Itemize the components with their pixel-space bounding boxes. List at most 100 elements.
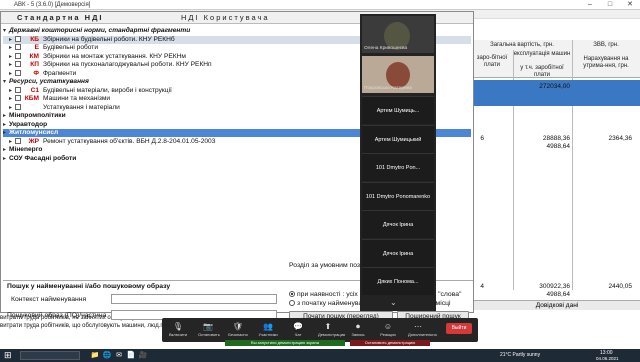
tree-item-label: Будівельні роботи: [43, 44, 99, 51]
zoom-button-8[interactable]: ⋯ Дополнительно: [408, 322, 437, 340]
participant-tile[interactable]: 101 Dmytro Pon...: [362, 153, 434, 181]
zoom-button-label: Участники: [258, 332, 278, 337]
tree-item-label: Збірники на будівельні роботи. КНУ РЕКНб: [43, 35, 175, 43]
zoom-control-icon: ⋯: [414, 322, 422, 331]
taskbar-app-icon[interactable]: 🎥: [138, 351, 148, 360]
zoom-button-label: Безопасно: [228, 332, 248, 337]
zoom-control-icon: 🎙: [172, 322, 184, 331]
checkbox[interactable]: [15, 35, 21, 42]
clock-date[interactable]: 04.06.2021: [596, 356, 619, 361]
radio-start[interactable]: [289, 300, 295, 307]
participant-tile[interactable]: Артем Шумицький: [362, 124, 434, 153]
zoom-button-6[interactable]: ⏺ Запись: [348, 322, 368, 340]
tree-item-code: КБМ: [24, 95, 39, 102]
grid-cell: 6: [480, 135, 484, 142]
zoom-control-icon: 💬: [293, 322, 303, 331]
tree-item-code: ЖР: [28, 137, 39, 145]
checkbox[interactable]: [15, 95, 21, 102]
context-input[interactable]: [111, 294, 277, 304]
tree-item-label: Машини та механізми: [43, 95, 111, 102]
participant-tile[interactable]: Артем Шумиць...: [362, 96, 434, 124]
section-by-code-label: Розділ за умовним позн: [289, 262, 364, 269]
tree-item-label: Ремонт устаткування об'єктів. ВБН Д.2.8-…: [43, 137, 216, 145]
zoom-button-7[interactable]: ☺ Реакции: [378, 322, 398, 340]
taskbar: ⊞ 21°C Partly sunny 13:00 04.06.2021 📁 🌐 ✉…: [0, 349, 640, 362]
radio-all-words[interactable]: [289, 291, 295, 298]
share-notice: Вы запустили демонстрацию экрана: [225, 340, 345, 346]
zoom-button-5[interactable]: ⬆ Демонстрация: [318, 322, 345, 340]
zoom-button-label: Реакции: [380, 332, 396, 337]
tree-group-label: Мінпромполітики: [9, 112, 66, 119]
reference-data-label[interactable]: Довідкові дані: [474, 300, 640, 310]
zoom-button-label: Остановить: [198, 332, 220, 337]
context-label: Контекст найменування: [11, 296, 87, 303]
leave-meeting-button[interactable]: Выйти: [446, 323, 472, 334]
zoom-control-icon: 👥: [263, 322, 273, 331]
chevron-down-icon[interactable]: ⌄: [390, 298, 397, 307]
checkbox[interactable]: [15, 61, 21, 68]
zoom-control-bar: 🎙 Включити 📷 Остановить 🛡 Безопасно 👥 Участники…: [162, 318, 478, 342]
app-titlebar: АВК - 5 (3.6.0) [Демоверсія]: [0, 0, 640, 10]
minimize-icon[interactable]: –: [580, 0, 600, 10]
zoom-button-1[interactable]: 📷 Остановить: [198, 322, 220, 340]
tree-item-label: Фрагменти: [43, 69, 77, 77]
close-icon[interactable]: ✕: [620, 0, 640, 10]
grid-cell: 4988,64: [546, 143, 571, 150]
zoom-control-icon: 🛡: [232, 322, 244, 331]
tree-item-label: Збірники на монтаж устаткування. КНУ РЕК…: [43, 52, 186, 60]
checkbox[interactable]: [15, 86, 21, 93]
grid-header: Загальна вартість, грн. ЗВВ, грн. заро-б…: [473, 40, 640, 78]
zoom-button-3[interactable]: 👥 Участники: [258, 322, 278, 340]
zoom-participants-panel: Олена Кривошеєва Покровська Катерина Арт…: [360, 14, 436, 311]
tree-item-code: КМ: [29, 52, 39, 60]
taskbar-search[interactable]: [20, 351, 80, 360]
taskbar-app-icon[interactable]: 📁: [90, 351, 100, 360]
taskbar-app-icon[interactable]: ✉: [114, 351, 124, 360]
taskbar-app-icon[interactable]: 🌐: [102, 351, 112, 360]
maximize-icon[interactable]: □: [600, 0, 620, 10]
zoom-button-label: Чат: [294, 332, 302, 337]
search-heading: Пошук у найменуванні і/або пошуковому об…: [7, 283, 171, 290]
header-accruals: Нарахування на утрима-ння, грн.: [583, 56, 629, 69]
grid-cell: 2364,36: [608, 135, 633, 142]
zoom-button-label: Демонстрация: [318, 332, 346, 337]
zoom-button-2[interactable]: 🛡 Безопасно: [228, 322, 248, 340]
taskbar-app-icon[interactable]: 📄: [126, 351, 136, 360]
tab-standard[interactable]: Стандартна НДІ: [17, 12, 104, 24]
zoom-button-label: Запись: [351, 332, 365, 337]
checkbox[interactable]: [15, 69, 21, 76]
grid-cell: 300922,36: [539, 283, 570, 290]
pattern-label: Пошуковий образ (ПО)/частина: [7, 312, 107, 319]
zoom-control-icon: ☺: [383, 322, 393, 331]
tree-item-label: Устаткування і матеріали: [43, 103, 120, 111]
participant-video-2: Покровська Катерина: [362, 56, 434, 93]
participant-name: Олена Кривошеєва: [364, 46, 408, 51]
tree-group-label: СОУ Фасадні роботи: [9, 154, 77, 162]
participant-tile[interactable]: Дяких Понома...: [362, 267, 434, 295]
zoom-button-0[interactable]: 🎙 Включити: [168, 322, 188, 340]
tree-item-code: Е: [34, 44, 39, 51]
participant-tile[interactable]: Дячок Ірина: [362, 210, 434, 238]
participant-tile[interactable]: Дячок Ірина: [362, 238, 434, 267]
participant-tile[interactable]: 101 Dmytro Ponomarenko: [362, 181, 434, 210]
tree-group-label: Укравтодор: [9, 120, 48, 128]
stop-share-button[interactable]: Остановить демонстрацию: [350, 340, 430, 346]
header-machines: експлуатація машин: [513, 51, 571, 57]
zoom-button-4[interactable]: 💬 Чат: [288, 322, 308, 340]
tree-item-code: С1: [30, 86, 39, 94]
tab-user[interactable]: НДІ Користувача: [181, 12, 270, 24]
weather-widget[interactable]: 21°C Partly sunny: [500, 352, 540, 358]
checkbox[interactable]: [15, 137, 21, 144]
zoom-button-label: Дополнительно: [408, 332, 437, 337]
tree-section-label: Державні кошторисні норми, стандартні фр…: [9, 27, 191, 34]
zoom-control-icon: 📷: [203, 322, 213, 331]
tree-item-code: КП: [30, 61, 39, 68]
participant-name: Покровська Катерина: [364, 86, 412, 91]
checkbox[interactable]: [15, 103, 21, 110]
grid-cell: 4: [480, 283, 484, 290]
windows-start-icon[interactable]: ⊞: [4, 351, 13, 360]
checkbox[interactable]: [15, 52, 21, 59]
header-wage: заро-бітної плати: [476, 55, 508, 68]
tree-item-code: Ф: [33, 69, 39, 77]
checkbox[interactable]: [15, 44, 21, 51]
